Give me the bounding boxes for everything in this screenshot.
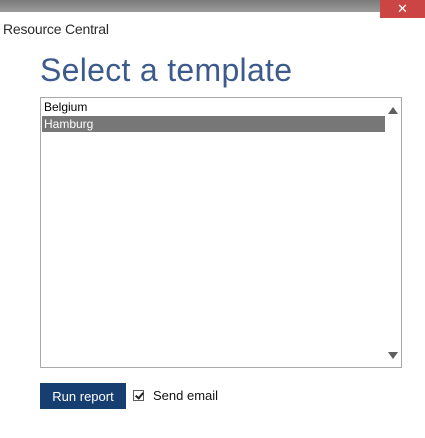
run-report-button[interactable]: Run report <box>40 383 126 409</box>
send-email-option: Send email <box>133 387 218 403</box>
scroll-down-icon[interactable] <box>388 352 398 359</box>
list-item-hamburg[interactable]: Hamburg <box>42 116 386 132</box>
window-title: Resource Central <box>3 21 109 37</box>
close-button[interactable]: ✕ <box>380 0 425 18</box>
close-icon: ✕ <box>397 1 408 16</box>
page-title: Select a template <box>40 52 293 88</box>
title-bar: Resource Central <box>0 12 425 42</box>
send-email-checkbox[interactable] <box>133 389 144 401</box>
scroll-up-icon[interactable] <box>388 107 398 114</box>
list-item-belgium[interactable]: Belgium <box>42 99 386 115</box>
template-listbox[interactable]: Belgium Hamburg <box>40 97 402 368</box>
window-shadow <box>0 0 425 12</box>
send-email-label[interactable]: Send email <box>153 388 218 403</box>
dialog-window: Resource Central ✕ Select a template Bel… <box>0 0 425 438</box>
vertical-scrollbar[interactable] <box>385 98 401 367</box>
